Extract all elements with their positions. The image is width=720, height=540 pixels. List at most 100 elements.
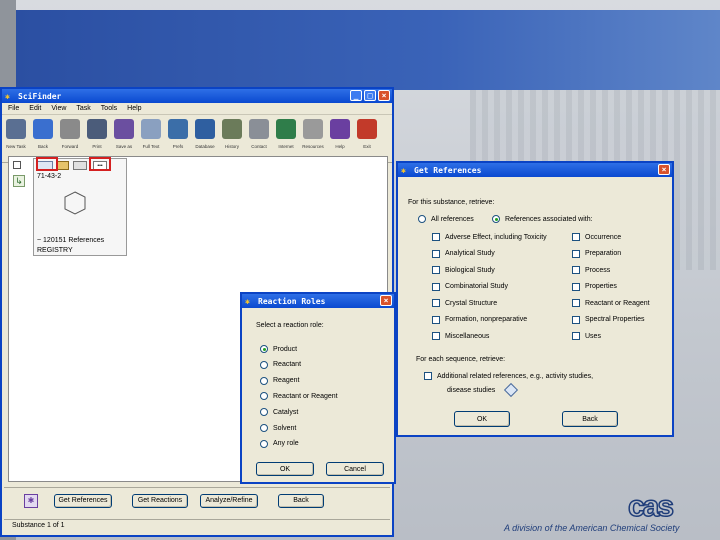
category-miscellaneous-checkbox[interactable]: Miscellaneous bbox=[432, 332, 489, 340]
menu-edit[interactable]: Edit bbox=[29, 105, 41, 112]
menu-file[interactable]: File bbox=[8, 105, 19, 112]
analyze-refine-button[interactable]: Analyze/Refine bbox=[200, 493, 258, 508]
select-substance-checkbox[interactable] bbox=[13, 161, 21, 169]
toolbar-database-button[interactable]: Database bbox=[193, 119, 217, 158]
toolbar-exit-button[interactable]: Exit bbox=[355, 119, 379, 158]
toolbar-label: Database bbox=[195, 144, 215, 149]
minimize-button[interactable]: _ bbox=[350, 90, 362, 101]
category-spectral-properties-checkbox[interactable]: Spectral Properties bbox=[572, 315, 645, 324]
reaction-role-any-role-radio[interactable]: Any role bbox=[260, 439, 299, 448]
reaction-role-product-radio[interactable]: Product bbox=[260, 345, 297, 353]
reaction-role-label: Catalyst bbox=[273, 408, 299, 416]
toolbar-label: Contact bbox=[251, 144, 267, 149]
toolbar-resources-button[interactable]: Resources bbox=[301, 119, 325, 158]
scifinder-titlebar[interactable]: ✱ SciFinder _ □ × bbox=[2, 89, 392, 103]
info-diamond-icon[interactable] bbox=[503, 382, 519, 398]
category-combinatorial-study-checkbox[interactable]: Combinatorial Study bbox=[432, 282, 509, 291]
toolbar-save-as-button[interactable]: Save as bbox=[112, 119, 136, 158]
all-references-radio[interactable]: All references bbox=[418, 215, 474, 223]
references-associated-radio[interactable]: References associated with: bbox=[492, 215, 593, 223]
checkbox-box bbox=[432, 266, 440, 274]
category-label: Combinatorial Study bbox=[445, 283, 509, 290]
reaction-role-reagent-radio[interactable]: Reagent bbox=[260, 376, 299, 385]
category-preparation-checkbox[interactable]: Preparation bbox=[572, 249, 621, 258]
toolbar-label: Exit bbox=[363, 144, 371, 149]
save-as-icon bbox=[114, 119, 134, 139]
toolbar-print-button[interactable]: Print bbox=[85, 119, 109, 158]
radio-dot bbox=[418, 215, 426, 223]
dialog-title: Reaction Roles bbox=[258, 296, 326, 306]
toolbar-internet-button[interactable]: Internet bbox=[274, 119, 298, 158]
toolbar-full-text-button[interactable]: Full Text bbox=[139, 119, 163, 158]
maximize-button[interactable]: □ bbox=[364, 90, 376, 101]
menu-help[interactable]: Help bbox=[127, 105, 141, 112]
menu-tools[interactable]: Tools bbox=[101, 105, 117, 112]
back-button[interactable]: Back bbox=[562, 411, 618, 427]
cancel-button[interactable]: Cancel bbox=[326, 462, 384, 476]
category-crystal-structure-checkbox[interactable]: Crystal Structure bbox=[432, 299, 497, 307]
get-references-titlebar[interactable]: ✱ Get References × bbox=[398, 163, 672, 177]
toolbar-new-task-button[interactable]: New Task bbox=[4, 119, 28, 158]
print-icon bbox=[87, 119, 107, 139]
back-button[interactable]: Back bbox=[278, 493, 324, 508]
toolbar-label: New Task bbox=[6, 144, 26, 149]
toolbar-prefs-button[interactable]: Prefs bbox=[166, 119, 190, 158]
radio-dot bbox=[260, 392, 268, 401]
reaction-roles-dialog: ✱ Reaction Roles × Select a reaction rol… bbox=[240, 292, 396, 484]
category-uses-checkbox[interactable]: Uses bbox=[572, 332, 601, 340]
category-label: Reactant or Reagent bbox=[585, 299, 650, 307]
category-properties-checkbox[interactable]: Properties bbox=[572, 282, 617, 291]
toolbar-label: Save as bbox=[115, 144, 133, 149]
toolbar-contact-button[interactable]: Contact bbox=[247, 119, 271, 158]
checkbox-box bbox=[432, 315, 440, 324]
resources-icon bbox=[303, 119, 323, 139]
reactions-flask-icon[interactable] bbox=[57, 161, 69, 170]
reaction-roles-titlebar[interactable]: ✱ Reaction Roles × bbox=[242, 294, 394, 308]
structure-editor-icon[interactable]: ↳ bbox=[13, 175, 25, 187]
get-reactions-button[interactable]: Get Reactions bbox=[132, 493, 188, 508]
reaction-role-reactant-or-reagent-radio[interactable]: Reactant or Reagent bbox=[260, 392, 338, 401]
commercial-sources-icon[interactable] bbox=[73, 161, 87, 170]
category-formation-nonpreparative-checkbox[interactable]: Formation, nonpreparative bbox=[432, 315, 527, 324]
reaction-role-reactant-radio[interactable]: Reactant bbox=[260, 360, 301, 369]
close-button[interactable]: × bbox=[380, 295, 392, 306]
category-label: Occurrence bbox=[585, 233, 622, 241]
get-references-button[interactable]: Get References bbox=[54, 493, 112, 508]
category-label: Properties bbox=[585, 283, 617, 290]
reaction-role-label: Solvent bbox=[273, 424, 297, 432]
category-adverse-effect-including-toxicity-checkbox[interactable]: Adverse Effect, including Toxicity bbox=[432, 233, 547, 241]
additional-references-label: Additional related references, e.g., act… bbox=[437, 372, 594, 380]
toolbar-help-button[interactable]: Help bbox=[328, 119, 352, 158]
reaction-role-solvent-radio[interactable]: Solvent bbox=[260, 424, 296, 432]
substance-result-card[interactable]: ••• 71-43-2 ~ 120151 References REGISTRY bbox=[33, 158, 127, 256]
category-reactant-or-reagent-checkbox[interactable]: Reactant or Reagent bbox=[572, 299, 650, 307]
toolbar-forward-button[interactable]: Forward bbox=[58, 119, 82, 158]
close-button[interactable]: × bbox=[378, 90, 390, 101]
category-analytical-study-checkbox[interactable]: Analytical Study bbox=[432, 249, 495, 258]
reaction-role-label: Reactant or Reagent bbox=[273, 392, 338, 400]
ok-button[interactable]: OK bbox=[256, 462, 314, 476]
contact-mail-icon bbox=[249, 119, 269, 139]
reaction-role-catalyst-radio[interactable]: Catalyst bbox=[260, 408, 299, 417]
category-process-checkbox[interactable]: Process bbox=[572, 266, 610, 274]
additional-references-checkbox[interactable]: Additional related references, e.g., act… bbox=[424, 372, 593, 380]
references-associated-label: References associated with: bbox=[505, 215, 593, 223]
checkbox-box bbox=[432, 332, 440, 340]
new-task-icon bbox=[6, 119, 26, 139]
registry-number[interactable]: 71-43-2 bbox=[37, 173, 61, 180]
menu-view[interactable]: View bbox=[51, 105, 66, 112]
toolbar-back-button[interactable]: Back bbox=[31, 119, 55, 158]
ok-button[interactable]: OK bbox=[454, 411, 510, 427]
category-biological-study-checkbox[interactable]: Biological Study bbox=[432, 266, 495, 274]
window-title: SciFinder bbox=[18, 91, 62, 101]
history-icon bbox=[222, 119, 242, 139]
menu-task[interactable]: Task bbox=[76, 105, 90, 112]
checkbox-box bbox=[424, 372, 432, 380]
toolbar-history-button[interactable]: History bbox=[220, 119, 244, 158]
category-label: Process bbox=[585, 266, 611, 274]
references-count[interactable]: ~ 120151 References bbox=[37, 237, 104, 244]
checkbox-box bbox=[432, 282, 440, 291]
category-occurrence-checkbox[interactable]: Occurrence bbox=[572, 233, 621, 241]
get-references-dialog: ✱ Get References × For this substance, r… bbox=[396, 161, 674, 437]
close-button[interactable]: × bbox=[658, 164, 670, 175]
